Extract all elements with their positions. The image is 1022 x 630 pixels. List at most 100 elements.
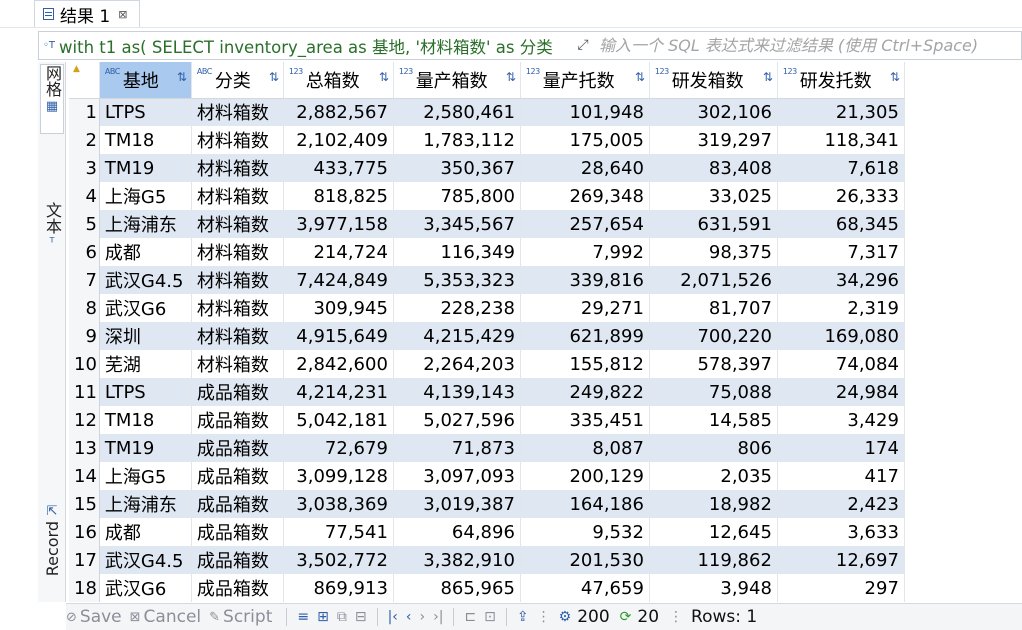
table-cell[interactable]: 武汉G4.5 (99, 546, 192, 574)
table-cell[interactable]: 8,087 (520, 434, 650, 462)
table-cell[interactable]: 成品箱数 (191, 490, 284, 518)
table-cell[interactable]: 257,654 (520, 210, 650, 238)
table-cell[interactable]: 成都 (99, 518, 192, 546)
table-cell[interactable]: 4,139,143 (393, 378, 521, 406)
delete-row-icon[interactable]: ⊟ (355, 609, 367, 625)
table-cell[interactable]: 成都 (99, 238, 192, 266)
table-cell[interactable]: 214,724 (283, 238, 394, 266)
table-cell[interactable]: 174 (777, 434, 905, 462)
table-cell[interactable]: 1,783,112 (393, 126, 521, 154)
table-cell[interactable]: 865,965 (393, 574, 521, 602)
table-cell[interactable]: 武汉G6 (99, 574, 192, 602)
table-cell[interactable]: 材料箱数 (191, 98, 284, 126)
table-cell[interactable]: 302,106 (649, 98, 778, 126)
row-number[interactable]: 3 (69, 154, 100, 182)
table-cell[interactable]: 700,220 (649, 322, 778, 350)
table-cell[interactable]: 101,948 (520, 98, 650, 126)
row-number[interactable]: 4 (69, 182, 100, 210)
table-row[interactable]: 4 上海G5 材料箱数 818,825 785,800 269,348 33,025 26,3… (69, 182, 905, 210)
row-number[interactable]: 12 (69, 406, 100, 434)
table-cell[interactable]: 4,215,429 (393, 322, 521, 350)
table-cell[interactable]: 4,915,649 (283, 322, 394, 350)
table-cell[interactable]: 806 (649, 434, 778, 462)
table-cell[interactable]: 98,375 (649, 238, 778, 266)
table-cell[interactable]: 3,633 (777, 518, 905, 546)
next-page-icon[interactable]: › (420, 609, 426, 625)
table-cell[interactable]: 3,382,910 (393, 546, 521, 574)
tab-grid[interactable]: 网格 ▦ (40, 64, 64, 134)
row-number[interactable]: 2 (69, 126, 100, 154)
table-cell[interactable]: 631,591 (649, 210, 778, 238)
table-cell[interactable]: 3,038,369 (283, 490, 394, 518)
table-cell[interactable]: 21,305 (777, 98, 905, 126)
expand-icon[interactable]: ⤢ (572, 34, 594, 56)
table-cell[interactable]: 77,541 (283, 518, 394, 546)
table-cell[interactable]: 83,408 (649, 154, 778, 182)
table-row[interactable]: 13 TM19 成品箱数 72,679 71,873 8,087 806 174 (69, 434, 905, 462)
table-cell[interactable]: 2,319 (777, 294, 905, 322)
close-icon[interactable]: ⊠ (118, 8, 127, 21)
table-cell[interactable]: 2,035 (649, 462, 778, 490)
table-cell[interactable]: 7,618 (777, 154, 905, 182)
table-cell[interactable]: 164,186 (520, 490, 650, 518)
row-number[interactable]: 16 (69, 518, 100, 546)
table-cell[interactable]: 3,977,158 (283, 210, 394, 238)
table-cell[interactable]: 材料箱数 (191, 238, 284, 266)
table-cell[interactable]: 7,992 (520, 238, 650, 266)
table-cell[interactable]: 26,333 (777, 182, 905, 210)
table-cell[interactable]: 7,317 (777, 238, 905, 266)
table-cell[interactable]: 3,502,772 (283, 546, 394, 574)
fetch-size-value[interactable]: 200 (577, 607, 609, 627)
cancel-button[interactable]: ⊠ Cancel (130, 607, 202, 627)
table-cell[interactable]: 深圳 (99, 322, 192, 350)
row-number[interactable]: 5 (69, 210, 100, 238)
table-row[interactable]: 5 上海浦东 材料箱数 3,977,158 3,345,567 257,654 631,59… (69, 210, 905, 238)
sort-icon[interactable]: ⇅ (269, 70, 279, 84)
table-cell[interactable]: 72,679 (283, 434, 394, 462)
tab-text[interactable]: 文本 ᵀ (40, 202, 64, 272)
table-cell[interactable]: 47,659 (520, 574, 650, 602)
table-cell[interactable]: TM18 (99, 126, 192, 154)
table-cell[interactable]: 785,800 (393, 182, 521, 210)
prev-page-icon[interactable]: ‹ (406, 609, 412, 625)
table-cell[interactable]: 2,102,409 (283, 126, 394, 154)
row-number[interactable]: 14 (69, 462, 100, 490)
sort-icon[interactable]: ⇅ (635, 70, 645, 84)
row-number[interactable]: 9 (69, 322, 100, 350)
last-page-icon[interactable]: ›| (433, 609, 443, 625)
row-number[interactable]: 6 (69, 238, 100, 266)
column-header[interactable]: 123 量产箱数 ⇅ (393, 62, 521, 99)
table-cell[interactable]: 350,367 (393, 154, 521, 182)
table-cell[interactable]: 4,214,231 (283, 378, 394, 406)
table-cell[interactable]: 34,296 (777, 266, 905, 294)
table-cell[interactable]: 7,424,849 (283, 266, 394, 294)
first-page-icon[interactable]: |‹ (388, 609, 398, 625)
table-cell[interactable]: 339,816 (520, 266, 650, 294)
row-number[interactable]: 15 (69, 490, 100, 518)
table-cell[interactable]: 64,896 (393, 518, 521, 546)
table-cell[interactable]: 621,899 (520, 322, 650, 350)
table-cell[interactable]: 材料箱数 (191, 210, 284, 238)
more-icon[interactable]: ⋮ (537, 609, 551, 625)
sort-icon[interactable]: ⇅ (379, 70, 389, 84)
table-cell[interactable]: 33,025 (649, 182, 778, 210)
filter-query[interactable]: ◦T with t1 as( SELECT inventory_area as … (39, 32, 572, 59)
table-cell[interactable]: 5,353,323 (393, 266, 521, 294)
table-row[interactable]: 18 武汉G6 成品箱数 869,913 865,965 47,659 3,948 297 (69, 574, 905, 602)
table-cell[interactable]: 材料箱数 (191, 266, 284, 294)
table-row[interactable]: 8 武汉G6 材料箱数 309,945 228,238 29,271 81,707 2,319 (69, 294, 905, 322)
panels-icon[interactable]: ⊏ (464, 609, 476, 625)
copy-row-icon[interactable]: ⧉ (337, 609, 347, 625)
tab-result-1[interactable]: 结果 1 ⊠ (34, 0, 140, 27)
column-header[interactable]: ABC 基地 ⇅ (99, 62, 192, 99)
refresh-icon[interactable]: ⟳ (620, 609, 632, 625)
table-cell[interactable]: 578,397 (649, 350, 778, 378)
table-cell[interactable]: LTPS (99, 98, 192, 126)
table-cell[interactable]: 3,019,387 (393, 490, 521, 518)
refresh-value[interactable]: 20 (637, 607, 659, 627)
table-cell[interactable]: 成品箱数 (191, 378, 284, 406)
table-cell[interactable]: 12,697 (777, 546, 905, 574)
table-cell[interactable]: 869,913 (283, 574, 394, 602)
table-cell[interactable]: TM18 (99, 406, 192, 434)
table-cell[interactable]: 9,532 (520, 518, 650, 546)
